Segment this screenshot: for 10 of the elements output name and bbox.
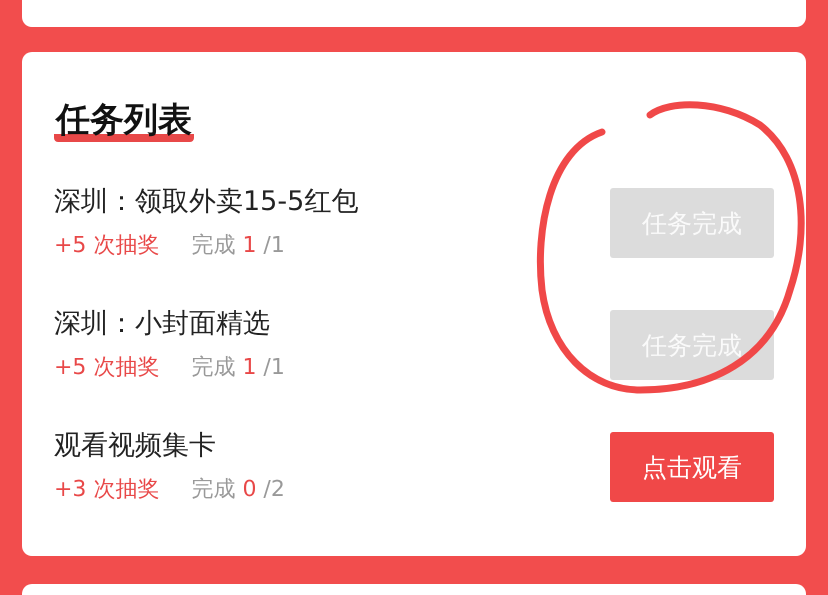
progress-text: 完成 1 /1	[191, 232, 285, 260]
task-name: 深圳：小封面精选	[54, 307, 271, 341]
progress-text: 完成 0 /2	[191, 476, 285, 504]
task-name: 深圳：领取外卖15-5红包	[54, 185, 358, 219]
reward-text: +3 次抽奖	[54, 476, 160, 504]
task-name: 观看视频集卡	[54, 429, 217, 463]
progress-text: 完成 1 /1	[191, 354, 285, 382]
task-button[interactable]: 点击观看	[610, 432, 774, 502]
reward-text: +5 次抽奖	[54, 354, 160, 382]
reward-text: +5 次抽奖	[54, 232, 160, 260]
